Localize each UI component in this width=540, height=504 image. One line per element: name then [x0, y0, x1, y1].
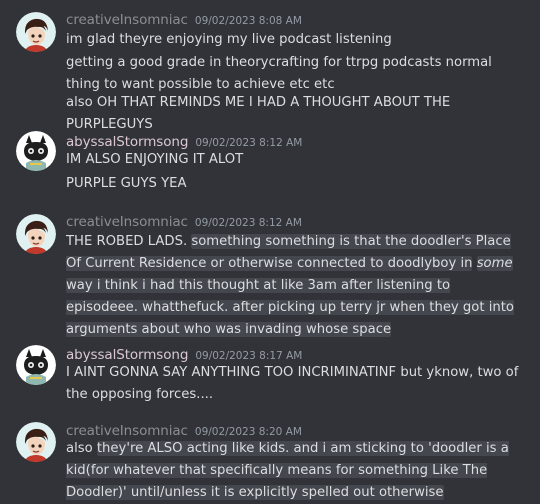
message-text-segment: also — [66, 441, 93, 456]
message-text: PURPLE GUYS YEA — [66, 176, 187, 191]
cartoon-creature-avatar-icon[interactable] — [16, 131, 56, 171]
cartoon-boy-avatar-icon[interactable] — [16, 422, 56, 462]
message-text: IM ALSO ENJOYING IT ALOT — [66, 152, 244, 167]
message-timestamp: 09/02/2023 8:20 AM — [194, 426, 302, 438]
message-text: also they're ALSO acting like kids. and … — [66, 438, 526, 504]
author-username[interactable]: creativeInsomniac — [66, 12, 188, 28]
message-text-segment: way i think i had this thought at like 3… — [66, 278, 514, 337]
author-username[interactable]: abyssalStormsong — [66, 134, 188, 150]
message-text: THE ROBED LADS. something something is t… — [66, 231, 526, 341]
message-text-segment: some — [476, 256, 513, 271]
chat-message-list: creativeInsomniac 09/02/2023 8:08 AM im … — [0, 0, 540, 500]
author-username[interactable]: creativeInsomniac — [66, 214, 188, 230]
message-timestamp: 09/02/2023 8:12 AM — [195, 137, 303, 149]
message-text: also OH THAT REMINDS ME I HAD A THOUGHT … — [66, 95, 451, 132]
cartoon-boy-avatar-icon[interactable] — [16, 12, 56, 52]
message-timestamp: 09/02/2023 8:12 AM — [194, 217, 302, 229]
message-text: im glad theyre enjoying my live podcast … — [66, 32, 392, 47]
message-text-segment: they're ALSO acting like kids. and i am … — [66, 441, 509, 500]
cartoon-creature-avatar-icon[interactable] — [16, 345, 56, 385]
message-timestamp: 09/02/2023 8:08 AM — [194, 15, 302, 27]
cartoon-boy-avatar-icon[interactable] — [16, 214, 56, 254]
author-username[interactable]: creativeInsomniac — [66, 423, 188, 439]
message-text: getting a good grade in theorycrafting f… — [66, 55, 492, 92]
message-timestamp: 09/02/2023 8:17 AM — [195, 350, 303, 362]
message-text: I AINT GONNA SAY ANYTHING TOO INCRIMINAT… — [66, 365, 519, 402]
message-text-segment: THE ROBED LADS. — [66, 234, 188, 249]
author-username[interactable]: abyssalStormsong — [66, 347, 188, 363]
